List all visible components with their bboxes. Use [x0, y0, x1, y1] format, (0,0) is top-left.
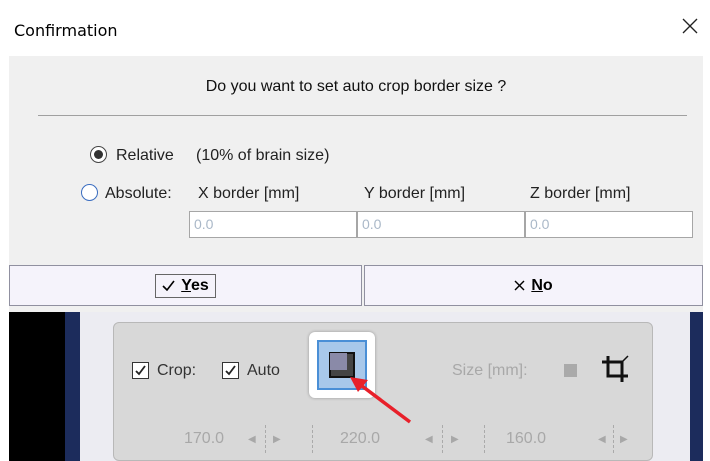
close-icon — [682, 18, 698, 34]
z-border-field[interactable]: 0.0 — [525, 211, 693, 238]
checkmark-icon — [135, 365, 146, 376]
spin-value-x[interactable]: 170.0 — [184, 430, 224, 448]
button-row: Yes No — [9, 262, 703, 312]
right-arrow-icon[interactable]: ▶ — [273, 434, 281, 445]
spin-divider — [442, 425, 443, 453]
x-icon — [514, 280, 525, 291]
left-arrow-icon[interactable]: ◀ — [425, 434, 433, 445]
screen: Confirmation Do you want to set auto cro… — [0, 0, 710, 461]
relative-note: (10% of brain size) — [196, 147, 330, 164]
relative-label: Relative — [116, 147, 174, 164]
spin-divider — [484, 425, 485, 453]
annotation-arrow — [350, 377, 412, 424]
size-checkbox[interactable] — [564, 364, 577, 377]
spin-value-z[interactable]: 160.0 — [506, 430, 546, 448]
dialog-question: Do you want to set auto crop border size… — [205, 78, 507, 95]
window-title: Confirmation — [14, 21, 118, 40]
left-arrow-icon[interactable]: ◀ — [248, 434, 256, 445]
spin-divider — [312, 425, 313, 453]
absolute-label: Absolute: — [105, 185, 172, 202]
no-mnemonic: N — [531, 276, 543, 294]
auto-label: Auto — [247, 362, 280, 379]
crop-tool-icon[interactable] — [598, 352, 634, 386]
auto-checkbox[interactable] — [222, 362, 239, 379]
background-dark-area — [9, 312, 65, 461]
no-label: o — [542, 276, 553, 294]
absolute-radio[interactable] — [81, 184, 98, 201]
z-border-label: Z border [mm] — [530, 185, 631, 202]
spin-divider — [613, 425, 614, 453]
yes-mnemonic: Y — [181, 276, 191, 294]
x-border-field[interactable]: 0.0 — [189, 211, 357, 238]
checkmark-icon — [225, 365, 236, 376]
spin-divider — [265, 425, 266, 453]
relative-radio[interactable] — [90, 146, 107, 163]
right-arrow-icon[interactable]: ▶ — [451, 434, 459, 445]
x-border-label: X border [mm] — [198, 185, 300, 202]
y-border-field[interactable]: 0.0 — [357, 211, 525, 238]
title-bar: Confirmation — [0, 0, 710, 56]
left-arrow-icon[interactable]: ◀ — [598, 434, 606, 445]
spin-value-y[interactable]: 220.0 — [340, 430, 380, 448]
y-border-label: Y border [mm] — [364, 185, 466, 202]
crop-label: Crop: — [157, 362, 197, 379]
yes-button[interactable]: Yes — [9, 265, 362, 306]
crop-checkbox[interactable] — [132, 362, 149, 379]
yes-label: es — [191, 276, 209, 294]
no-button[interactable]: No — [364, 265, 703, 306]
size-label: Size [mm]: — [452, 362, 528, 379]
right-arrow-icon[interactable]: ▶ — [620, 434, 628, 445]
close-button[interactable] — [678, 14, 702, 38]
checkmark-icon — [162, 280, 175, 291]
divider — [38, 115, 687, 116]
